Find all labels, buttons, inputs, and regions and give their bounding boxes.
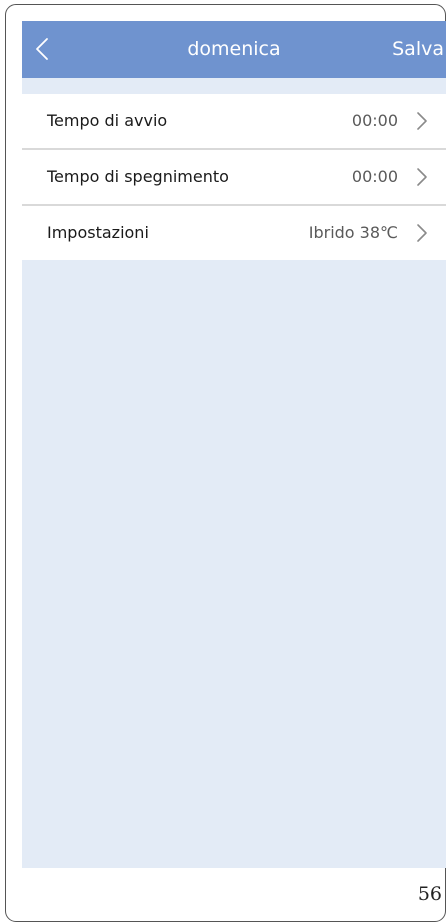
shutdown-time-value: 00:00 (351, 167, 398, 186)
start-time-label: Tempo di avvio (47, 111, 168, 130)
chevron-right-icon (416, 167, 428, 187)
shutdown-time-label: Tempo di spegnimento (47, 167, 229, 186)
app-header: domenica Salva (22, 21, 446, 78)
chevron-right-icon (416, 223, 428, 243)
settings-mode-label: Impostazioni (47, 223, 149, 242)
settings-mode-value: Ibrido 38℃ (308, 223, 398, 242)
phone-screen: domenica Salva Tempo di avvio 00:00 Temp… (22, 21, 446, 868)
start-time-row[interactable]: Tempo di avvio 00:00 (22, 94, 446, 150)
settings-mode-row[interactable]: Impostazioni Ibrido 38℃ (22, 206, 446, 260)
page-title: domenica (187, 38, 281, 60)
shutdown-time-row[interactable]: Tempo di spegnimento 00:00 (22, 150, 446, 206)
chevron-left-icon[interactable] (32, 37, 54, 61)
settings-list: Tempo di avvio 00:00 Tempo di spegniment… (22, 94, 446, 260)
save-button[interactable]: Salva (392, 21, 444, 78)
chevron-right-icon (416, 111, 428, 131)
start-time-value: 00:00 (351, 111, 398, 130)
page-number: 56 (417, 883, 442, 905)
